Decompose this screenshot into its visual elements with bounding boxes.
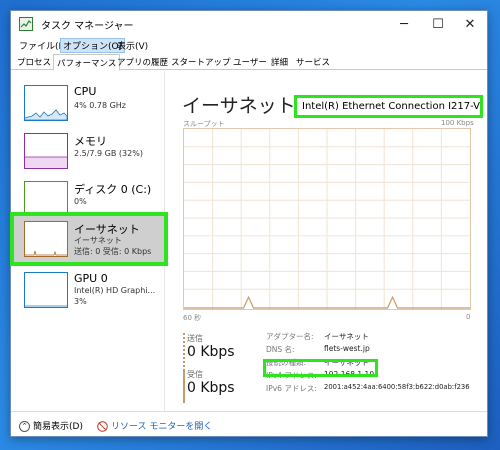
- detail-value: イーサネット: [324, 332, 369, 341]
- minimize-icon: ─: [400, 16, 408, 32]
- detail-value: flets-west.jp: [324, 344, 370, 353]
- window-title: タスク マネージャー: [41, 21, 134, 32]
- receive-label: 受信: [187, 370, 203, 379]
- memory-thumbnail-graph: [24, 133, 68, 169]
- adapter-name-label: Intel(R) Ethernet Connection I217-V: [294, 95, 483, 118]
- send-stat: 送信 0 Kbps: [187, 333, 235, 360]
- tab-details[interactable]: 詳細: [271, 56, 288, 68]
- chevron-up-icon: ⌃: [19, 421, 30, 432]
- resource-monitor-icon: [97, 421, 108, 432]
- ipv4-highlight: [263, 359, 378, 377]
- send-indicator: [183, 333, 185, 371]
- graph-time-end: 0: [466, 313, 471, 321]
- sidebar-label-cpu: CPU: [74, 85, 97, 98]
- sidebar-sub-disk: 0%: [74, 197, 87, 206]
- send-label: 送信: [187, 334, 203, 343]
- receive-stat: 受信 0 Kbps: [187, 369, 235, 396]
- resource-monitor-link[interactable]: リソース モニターを開く: [97, 419, 212, 432]
- sidebar-item-ethernet[interactable]: イーサネット イーサネット 送信: 0 受信: 0 Kbps: [10, 212, 168, 266]
- throughput-graph: [183, 128, 471, 310]
- disk-thumbnail-graph: [24, 181, 68, 217]
- tab-processes[interactable]: プロセス: [17, 56, 51, 68]
- tab-bar: プロセス パフォーマンス アプリの履歴 スタートアップ ユーザー 詳細 サービス: [11, 54, 487, 71]
- sidebar-sub-gpu: Intel(R) HD Graphi...: [74, 286, 156, 295]
- tab-app-history[interactable]: アプリの履歴: [117, 56, 168, 68]
- footer-bar: ⌃ 簡易表示(D) リソース モニターを開く: [11, 411, 487, 436]
- maximize-icon: ☐: [432, 16, 444, 32]
- resource-monitor-label: リソース モニターを開く: [111, 422, 213, 432]
- sidebar-label-gpu: GPU 0: [74, 272, 108, 285]
- page-title: イーサネット: [182, 95, 296, 117]
- minimize-button[interactable]: ─: [387, 11, 421, 37]
- tab-startup[interactable]: スタートアップ: [171, 56, 231, 68]
- close-icon: ✕: [464, 16, 476, 32]
- performance-panel: CPU 4% 0.78 GHz メモリ 2.5/7.9 GB (32%) ディス…: [10, 71, 487, 411]
- detail-key: アダプター名:: [266, 332, 314, 341]
- sidebar-sub2-ethernet: 送信: 0 受信: 0 Kbps: [74, 247, 152, 256]
- menu-bar: ファイル(F) オプション(O) 表示(V): [11, 37, 487, 54]
- tab-performance[interactable]: パフォーマンス: [53, 54, 121, 71]
- maximize-button[interactable]: ☐: [421, 11, 455, 37]
- detail-value: 2001:a452:4aa:6400:58f3:b622:d0ab:f236: [324, 383, 470, 391]
- send-value: 0 Kbps: [187, 344, 235, 360]
- ethernet-thumbnail-graph: [24, 221, 68, 257]
- sidebar-sub-cpu: 4% 0.78 GHz: [74, 101, 127, 110]
- title-bar: タスク マネージャー ─ ☐ ✕: [11, 11, 487, 37]
- close-button[interactable]: ✕: [453, 11, 487, 37]
- sidebar-item-cpu[interactable]: CPU 4% 0.78 GHz: [11, 79, 165, 125]
- sidebar-item-memory[interactable]: メモリ 2.5/7.9 GB (32%): [11, 127, 165, 173]
- graph-time-start: 60 秒: [183, 314, 202, 322]
- cpu-thumbnail-graph: [24, 85, 68, 121]
- brief-view-label: 簡易表示(D): [33, 422, 83, 432]
- gpu-thumbnail-graph: [24, 272, 68, 308]
- sidebar-item-gpu[interactable]: GPU 0 Intel(R) HD Graphi... 3%: [11, 266, 165, 312]
- sidebar-sub2-gpu: 3%: [74, 297, 87, 306]
- sidebar-sub-memory: 2.5/7.9 GB (32%): [74, 149, 143, 158]
- task-manager-app-icon: [19, 17, 33, 31]
- sidebar-sub-ethernet: イーサネット: [74, 236, 122, 245]
- brief-view-button[interactable]: ⌃ 簡易表示(D): [19, 419, 83, 432]
- task-manager-window: タスク マネージャー ─ ☐ ✕ ファイル(F) オプション(O) 表示(V) …: [10, 10, 488, 437]
- receive-indicator: [183, 369, 185, 403]
- receive-value: 0 Kbps: [187, 380, 235, 396]
- sidebar-label-memory: メモリ: [74, 135, 107, 148]
- throughput-max-label: 100 Kbps: [441, 119, 474, 127]
- detail-key: DNS 名:: [266, 345, 295, 354]
- resource-sidebar: CPU 4% 0.78 GHz メモリ 2.5/7.9 GB (32%) ディス…: [10, 71, 168, 411]
- sidebar-label-disk: ディスク 0 (C:): [74, 183, 152, 196]
- menu-view[interactable]: 表示(V): [115, 39, 150, 52]
- tab-users[interactable]: ユーザー: [233, 56, 267, 68]
- detail-key: IPv6 アドレス:: [266, 384, 317, 393]
- tab-services[interactable]: サービス: [296, 56, 330, 68]
